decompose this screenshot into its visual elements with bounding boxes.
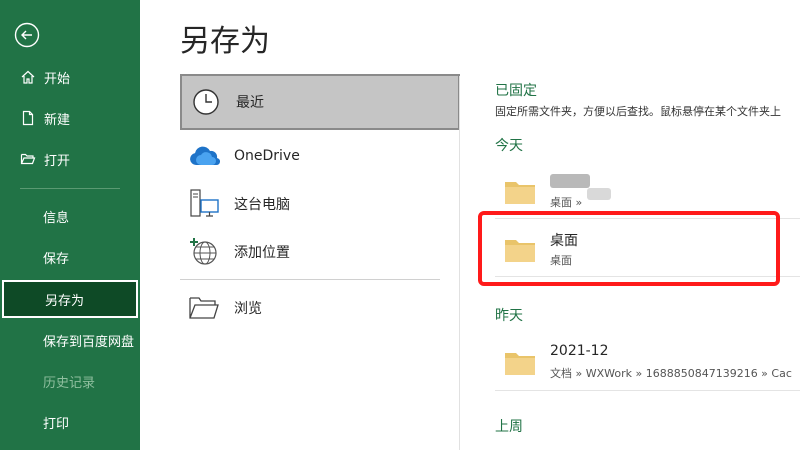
folder-icon [505,180,535,204]
pane-divider [459,76,460,450]
home-icon [20,69,36,85]
sidebar-item-save-to-baidu[interactable]: 保存到百度网盘 [0,321,140,359]
location-label: OneDrive [234,148,300,164]
blurred-folder-name [550,174,590,188]
sidebar-item-new[interactable]: 新建 [0,99,140,137]
sidebar-divider [20,188,120,189]
sidebar-item-label: 开始 [44,71,71,87]
pinned-description: 固定所需文件夹，方便以后查找。鼠标悬停在某个文件夹上 [495,105,781,118]
sidebar-item-label: 另存为 [45,293,85,309]
sidebar-item-print[interactable]: 打印 [0,403,140,441]
sidebar-item-label: 保存 [43,251,70,267]
locations-divider [180,279,440,280]
folder-icon [505,351,535,375]
open-folder-icon [20,151,36,167]
browse-folder-icon [186,292,222,324]
sidebar-item-label: 打开 [44,153,71,169]
clock-icon [188,86,224,118]
backstage-sidebar: 开始 新建 打开 信息 保存 另存为 保存到百度网盘 历史记录 打印 [0,0,140,450]
sidebar-item-open[interactable]: 打开 [0,140,140,178]
sidebar-item-save-as[interactable]: 另存为 [2,280,138,318]
location-this-pc[interactable]: 这台电脑 [180,180,460,228]
sidebar-item-home[interactable]: 开始 [0,58,140,96]
sidebar-item-info[interactable]: 信息 [0,197,140,235]
onedrive-cloud-icon [186,140,222,172]
row-divider [495,390,800,391]
yesterday-heading: 昨天 [495,308,523,324]
location-onedrive[interactable]: OneDrive [180,132,460,180]
page-title: 另存为 [180,24,270,59]
location-recent[interactable]: 最近 [180,74,460,130]
globe-add-icon [186,236,222,268]
red-highlight-annotation [478,211,780,286]
computer-icon [186,188,222,220]
folder-path: 文档 » WXWork » 1688850847139216 » Cac [550,367,792,380]
pinned-heading: 已固定 [495,83,537,99]
sidebar-item-label: 打印 [43,416,70,432]
location-label: 添加位置 [234,245,290,261]
sidebar-item-label: 保存到百度网盘 [43,334,135,350]
blurred-folder-path [587,188,611,200]
sidebar-item-label: 历史记录 [43,375,96,391]
sidebar-item-label: 新建 [44,112,71,128]
sidebar-item-save[interactable]: 保存 [0,238,140,276]
location-add-place[interactable]: 添加位置 [180,228,460,276]
sidebar-item-history: 历史记录 [0,362,140,400]
last-week-heading: 上周 [495,419,523,435]
location-label: 浏览 [234,301,262,317]
location-label: 这台电脑 [234,197,290,213]
new-document-icon [20,110,36,126]
location-browse[interactable]: 浏览 [180,284,460,332]
back-arrow-icon[interactable] [14,22,40,48]
location-label: 最近 [236,95,264,111]
sidebar-item-label: 信息 [43,210,70,226]
today-heading: 今天 [495,138,523,154]
folder-name: 2021-12 [550,343,609,359]
recent-folder-row[interactable]: 2021-12 文档 » WXWork » 1688850847139216 »… [495,335,800,391]
